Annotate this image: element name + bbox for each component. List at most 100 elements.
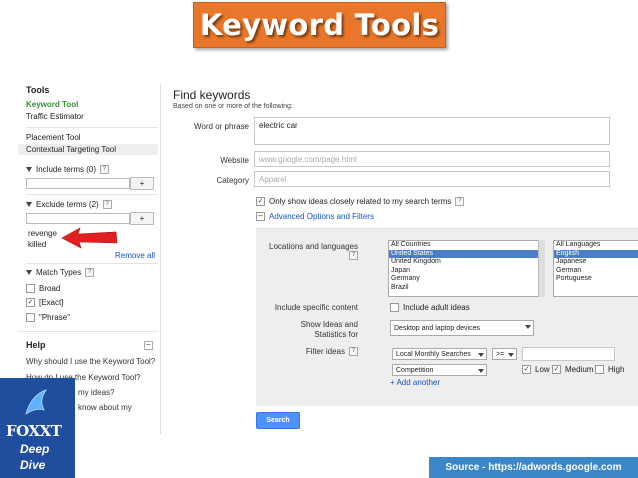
- show-ideas-label-2: Statistics for: [314, 330, 358, 339]
- source-caption: Source - https://adwords.google.com: [429, 457, 638, 478]
- country-option[interactable]: Japan: [389, 267, 543, 276]
- sidebar-separator: [26, 263, 158, 264]
- medium-checkbox[interactable]: ✓: [552, 365, 561, 375]
- match-phrase[interactable]: "Phrase": [26, 313, 70, 323]
- filter-metric-dropdown[interactable]: Local Monthly Searches: [392, 348, 487, 360]
- logo-line1: Deep: [20, 442, 50, 456]
- add-another-link[interactable]: + Add another: [390, 378, 440, 387]
- language-option[interactable]: Japanese: [554, 258, 638, 267]
- match-exact-checkbox[interactable]: ✓: [26, 298, 35, 308]
- only-show-option[interactable]: ✓ Only show ideas closely related to my s…: [256, 197, 465, 207]
- collapse-minus-icon: –: [256, 212, 265, 222]
- help-question-icon[interactable]: ?: [85, 268, 95, 278]
- country-option[interactable]: All Countries: [389, 241, 543, 250]
- red-arrow-icon: [61, 227, 118, 249]
- expand-triangle-icon: [26, 167, 32, 173]
- competition-low[interactable]: ✓ Low: [522, 365, 550, 375]
- help-question-icon[interactable]: ?: [102, 200, 112, 210]
- expand-triangle-icon: [26, 202, 32, 208]
- match-exact-label: [Exact]: [39, 298, 64, 307]
- only-show-label: Only show ideas closely related to my se…: [269, 197, 452, 206]
- high-checkbox[interactable]: [595, 365, 604, 375]
- category-input[interactable]: Apparel: [254, 171, 610, 187]
- expand-triangle-icon: [26, 270, 32, 276]
- help-link[interactable]: know about my: [78, 403, 132, 412]
- adult-ideas-label: Include adult ideas: [403, 303, 470, 312]
- include-add-button[interactable]: +: [130, 177, 154, 190]
- help-question-icon[interactable]: ?: [455, 197, 465, 207]
- help-question-icon[interactable]: ?: [349, 347, 358, 357]
- high-label: High: [608, 365, 625, 374]
- match-exact[interactable]: ✓ [Exact]: [26, 298, 64, 308]
- collapse-help-icon[interactable]: –: [144, 341, 153, 350]
- filter-operator-dropdown[interactable]: >=: [492, 348, 517, 360]
- advanced-options-toggle[interactable]: – Advanced Options and Filters: [256, 212, 374, 222]
- language-option[interactable]: English: [554, 249, 638, 258]
- logo-line2: Dive: [20, 458, 46, 472]
- filter-ideas-label: Filter ideas?: [262, 347, 358, 357]
- language-option[interactable]: All Languages: [554, 241, 638, 250]
- country-option[interactable]: Germany: [389, 275, 543, 284]
- only-show-checkbox[interactable]: ✓: [256, 197, 265, 207]
- foxxt-deep-dive-logo: FOXXT Deep Dive: [0, 378, 75, 478]
- help-heading: Help: [26, 340, 46, 350]
- include-terms-label: Include terms (0): [36, 165, 97, 174]
- country-option[interactable]: Brazil: [389, 284, 543, 293]
- search-button[interactable]: Search: [256, 412, 300, 429]
- help-question-icon[interactable]: ?: [100, 165, 110, 175]
- chevron-down-icon: [508, 353, 514, 357]
- adult-ideas-checkbox[interactable]: [390, 303, 399, 313]
- page-subtitle: Based on one or more of the following:: [173, 103, 293, 110]
- sidebar-divider: [160, 84, 161, 434]
- languages-listbox[interactable]: All Languages English Japanese German Po…: [553, 240, 638, 297]
- word-phrase-input[interactable]: electric car: [254, 117, 610, 145]
- country-option[interactable]: United States: [389, 249, 543, 258]
- include-terms-toggle[interactable]: Include terms (0)?: [26, 165, 110, 175]
- exclude-add-button[interactable]: +: [130, 212, 154, 225]
- blue-wave-icon: [25, 389, 47, 415]
- help-question-icon[interactable]: ?: [349, 251, 358, 261]
- country-option[interactable]: United Kingdom: [389, 258, 543, 267]
- devices-value: Desktop and laptop devices: [394, 325, 480, 332]
- medium-label: Medium: [565, 365, 594, 374]
- word-phrase-label: Word or phrase: [194, 122, 249, 131]
- chevron-down-icon: [478, 369, 484, 373]
- help-link[interactable]: my ideas?: [78, 388, 114, 397]
- filter-value-input[interactable]: [522, 347, 615, 361]
- help-link[interactable]: Why should I use the Keyword Tool?: [26, 357, 155, 366]
- include-terms-input[interactable]: [26, 178, 130, 189]
- exclude-terms-toggle[interactable]: Exclude terms (2)?: [26, 200, 112, 210]
- excluded-term: revenge: [28, 229, 57, 238]
- language-option[interactable]: German: [554, 267, 638, 276]
- competition-high[interactable]: High: [595, 365, 625, 375]
- page-title: Find keywords: [173, 88, 251, 102]
- chevron-down-icon: [478, 353, 484, 357]
- match-broad[interactable]: Broad: [26, 284, 60, 294]
- low-label: Low: [535, 365, 550, 374]
- category-label: Category: [216, 176, 249, 185]
- sidebar-item-placement-tool[interactable]: Placement Tool: [26, 133, 81, 142]
- match-types-toggle[interactable]: Match Types?: [26, 268, 95, 278]
- advanced-options-label: Advanced Options and Filters: [269, 212, 374, 221]
- competition-medium[interactable]: ✓ Medium: [552, 365, 594, 375]
- website-input[interactable]: www.google.com/page.html: [254, 151, 610, 167]
- logo-brand: FOXXT: [6, 422, 62, 440]
- match-broad-checkbox[interactable]: [26, 284, 35, 294]
- exclude-terms-input[interactable]: [26, 213, 130, 224]
- chevron-down-icon: [525, 325, 531, 329]
- language-option[interactable]: Portuguese: [554, 275, 638, 284]
- countries-scrollbar[interactable]: [538, 240, 545, 297]
- match-phrase-checkbox[interactable]: [26, 313, 35, 323]
- sidebar-item-keyword-tool[interactable]: Keyword Tool: [26, 100, 78, 109]
- filter-metric-value: Local Monthly Searches: [396, 351, 471, 358]
- sidebar-item-contextual-targeting[interactable]: Contextual Targeting Tool: [18, 144, 158, 155]
- low-checkbox[interactable]: ✓: [522, 365, 531, 375]
- locations-languages-label: Locations and languages?: [269, 242, 358, 261]
- banner-title: Keyword Tools: [199, 8, 440, 42]
- remove-all-link[interactable]: Remove all: [115, 251, 155, 260]
- adult-ideas-option[interactable]: Include adult ideas: [390, 303, 470, 313]
- sidebar-item-traffic-estimator[interactable]: Traffic Estimator: [26, 112, 84, 121]
- countries-listbox[interactable]: All Countries United States United Kingd…: [388, 240, 544, 297]
- devices-dropdown[interactable]: Desktop and laptop devices: [390, 320, 534, 336]
- competition-dropdown[interactable]: Competition: [392, 364, 487, 376]
